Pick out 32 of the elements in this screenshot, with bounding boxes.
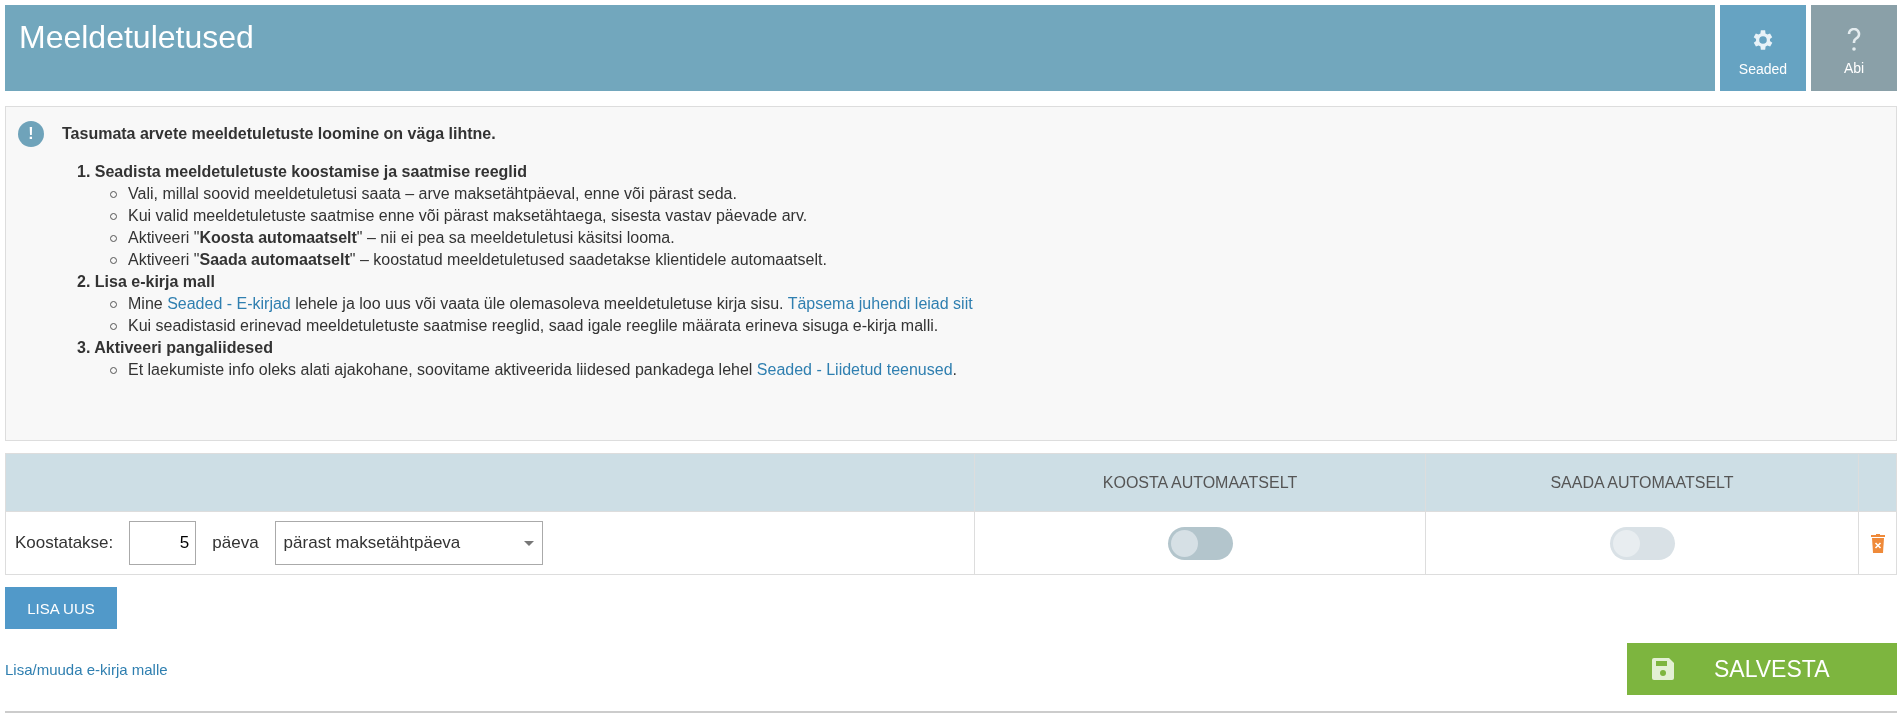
- help-button[interactable]: Abi: [1811, 5, 1897, 91]
- step-bullet: Vali, millal soovid meeldetuletusi saata – arve maksetähtpäeval, enne või pärast seda.: [128, 184, 737, 204]
- text-link[interactable]: Seaded - E-kirjad: [167, 295, 291, 312]
- toggle-switch[interactable]: [1167, 526, 1233, 560]
- step-title: 1. Seadista meeldetuletuste koostamise ja saatmise reeglid: [77, 162, 528, 182]
- info-heading: Tasumata arvete meeldetuletuste loomine on väga lihtne.: [62, 125, 496, 143]
- save-button[interactable]: SALVESTA: [1627, 643, 1897, 695]
- timing-dropdown[interactable]: pärast maksetähtpäeva: [274, 521, 543, 565]
- settings-button[interactable]: Seaded: [1720, 5, 1806, 91]
- step-bullet: Aktiveeri "Koosta automaatselt" – nii ei pea sa meeldetuletusi käsitsi looma.: [128, 228, 675, 248]
- step-bullet: Et laekumiste info oleks alati ajakohane, soovitame aktiveerida liidesed pankadega lehel Seaded - Liidetud teenused.: [128, 360, 957, 380]
- step-bullet: Aktiveeri "Saada automaatselt" – koostatud meeldetuletused saadetakse klientidele automaatselt.: [128, 250, 827, 270]
- days-input[interactable]: 5: [129, 521, 197, 565]
- column-header: KOOSTA AUTOMAATSELT: [974, 454, 1425, 511]
- text-link[interactable]: Seaded - Liidetud teenused: [756, 361, 953, 378]
- info-icon: !: [18, 121, 44, 147]
- text-link[interactable]: Täpsema juhendi leiad siit: [787, 295, 973, 312]
- unit-label: päeva: [212, 533, 259, 553]
- column-header: SAADA AUTOMAATSELT: [1425, 454, 1858, 511]
- step-bullet: Mine Seaded - E-kirjad lehele ja loo uus või vaata üle olemasoleva meeldetuletuse kirja sisu. Täpsema juhendi leiad siit: [128, 294, 973, 314]
- step-bullet: Kui seadistasid erinevad meeldetuletuste saatmise reeglid, saad igale reeglile määrata erineva sisuga e-kirja malli.: [128, 316, 939, 336]
- save-icon: [1652, 658, 1674, 680]
- row-label: Koostatakse:: [15, 533, 114, 553]
- step-title: 3. Aktiveeri pangaliidesed: [77, 338, 274, 358]
- help-icon: [1847, 28, 1861, 52]
- delete-icon[interactable]: [1870, 533, 1885, 553]
- add-new-button[interactable]: LISA UUS: [5, 587, 117, 629]
- caret-icon: [523, 540, 534, 546]
- step-title: 2. Lisa e-kirja mall: [77, 272, 216, 292]
- step-bullet: Kui valid meeldetuletuste saatmise enne või pärast maksetähtaega, sisesta vastav päevade arv.: [128, 206, 808, 226]
- templates-link[interactable]: Lisa/muuda e-kirja malle: [5, 660, 168, 678]
- page-title: Meeldetuletused: [5, 5, 1715, 91]
